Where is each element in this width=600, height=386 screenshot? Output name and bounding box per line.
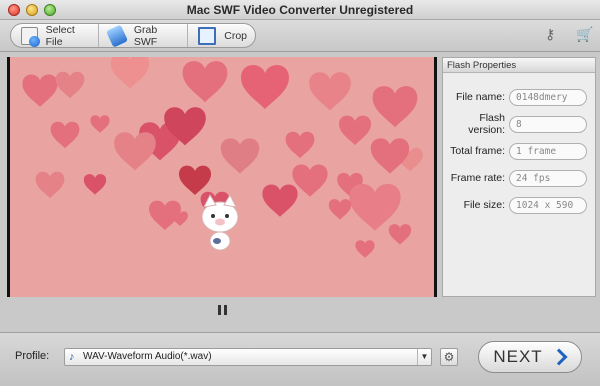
music-note-icon: ♪ — [69, 351, 75, 363]
chevron-down-icon: ▼ — [417, 349, 431, 365]
prop-row-frame-rate: Frame rate: 24 fps — [443, 168, 597, 188]
flash-properties-title: Flash Properties — [443, 58, 595, 73]
file-size-field: 1024 x 590 — [509, 196, 587, 214]
prop-row-flash-version: Flash version: 8 — [443, 112, 597, 136]
select-file-label: Select File — [45, 23, 75, 48]
next-button[interactable]: NEXT — [478, 341, 582, 373]
file-name-field: 0148dmery — [509, 88, 587, 106]
prop-label: Total frame: — [450, 145, 505, 157]
key-icon[interactable]: ⚷ — [545, 26, 555, 43]
prop-row-file-size: File size: 1024 x 590 — [443, 195, 597, 215]
bottom-bar: Profile: ♪ WAV-Waveform Audio(*.wav) ▼ ⚙… — [0, 332, 600, 386]
grab-icon — [106, 23, 129, 48]
flash-version-field: 8 — [509, 115, 587, 133]
pause-icon[interactable] — [217, 305, 227, 315]
toolbar: Select File Grab SWF Crop ⚷ 🛒 — [0, 20, 600, 52]
prop-label: File name: — [455, 91, 505, 103]
gear-icon: ⚙ — [443, 350, 455, 364]
prop-label: Frame rate: — [450, 172, 505, 184]
profile-settings-button[interactable]: ⚙ — [440, 348, 458, 366]
chevron-right-icon — [549, 348, 567, 366]
profile-value: WAV-Waveform Audio(*.wav) — [83, 351, 212, 362]
frame-rate-field: 24 fps — [509, 169, 587, 187]
file-icon — [21, 26, 40, 47]
profile-select[interactable]: ♪ WAV-Waveform Audio(*.wav) ▼ — [64, 348, 432, 366]
zoom-button[interactable] — [44, 4, 56, 16]
hearts-image — [22, 57, 423, 258]
flash-properties-panel: Flash Properties File name: 0148dmery Fl… — [442, 57, 596, 297]
title-bar: Mac SWF Video Converter Unregistered — [0, 0, 600, 20]
pig-character — [201, 193, 239, 251]
main-area: Flash Properties File name: 0148dmery Fl… — [0, 52, 600, 332]
grab-swf-button[interactable]: Grab SWF — [99, 23, 189, 48]
toolbar-button-group: Select File Grab SWF Crop — [10, 23, 256, 48]
playback-bar — [7, 297, 437, 323]
window-title: Mac SWF Video Converter Unregistered — [186, 3, 414, 17]
next-label: NEXT — [493, 347, 543, 366]
crop-button[interactable]: Crop — [188, 24, 255, 47]
prop-label: Flash version: — [468, 112, 505, 136]
crop-icon — [198, 26, 217, 45]
prop-row-total-frame: Total frame: 1 frame — [443, 141, 597, 161]
cart-icon[interactable]: 🛒 — [576, 26, 593, 43]
select-file-button[interactable]: Select File — [11, 23, 100, 48]
minimize-button[interactable] — [26, 4, 38, 16]
video-preview — [7, 57, 437, 297]
total-frame-field: 1 frame — [509, 142, 587, 160]
close-button[interactable] — [8, 4, 20, 16]
profile-label: Profile: — [15, 350, 50, 362]
prop-row-file-name: File name: 0148dmery — [443, 87, 597, 107]
prop-label: File size: — [463, 199, 505, 211]
grab-swf-label: Grab SWF — [133, 23, 158, 48]
crop-label: Crop — [224, 29, 247, 42]
